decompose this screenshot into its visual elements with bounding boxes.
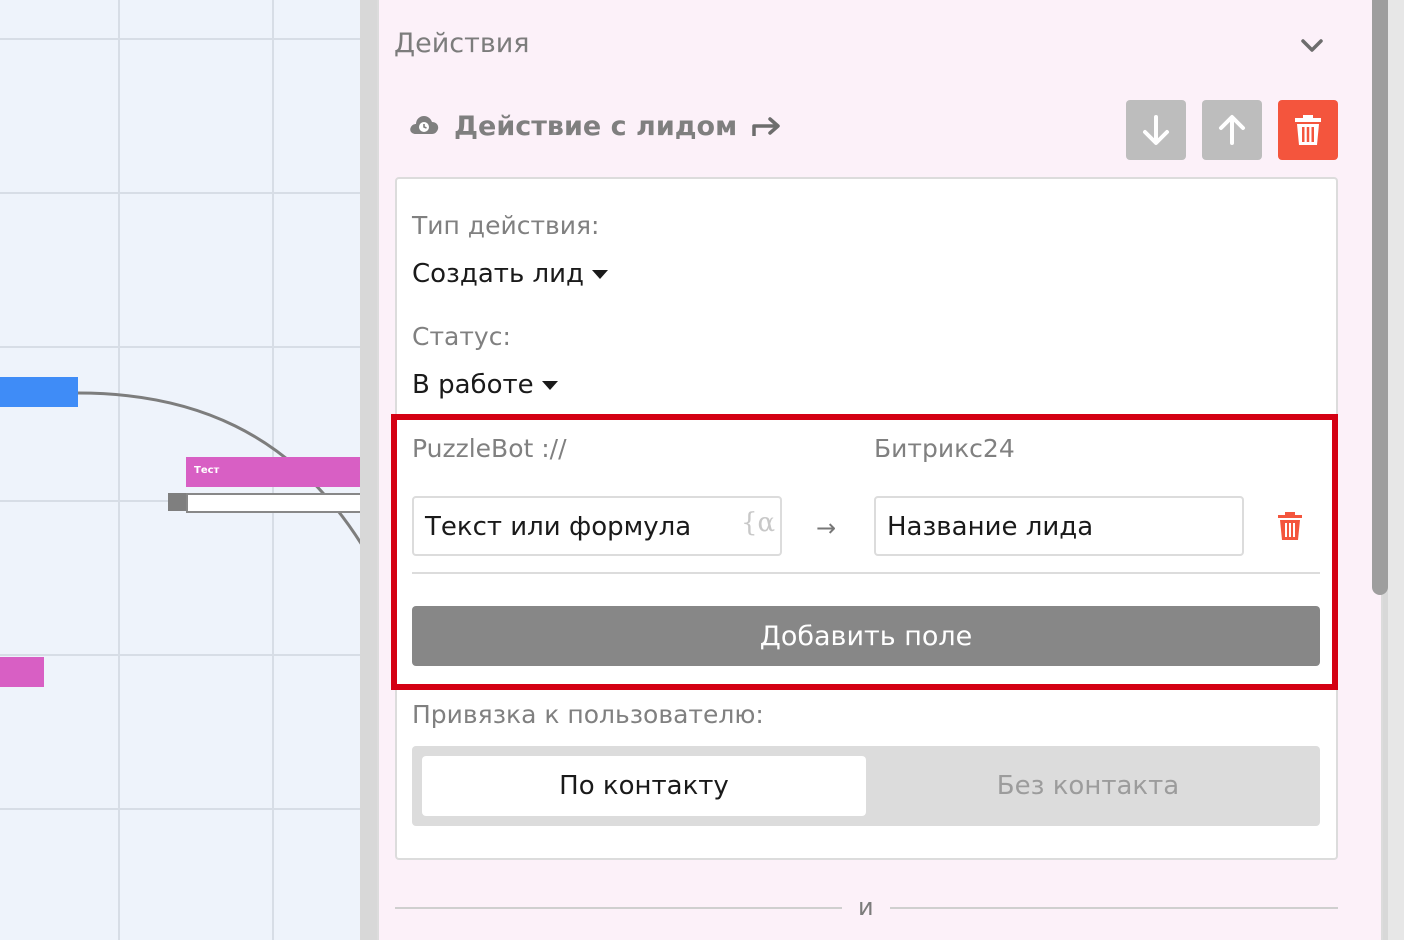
flow-node-label: Тест bbox=[194, 465, 220, 476]
binding-option-label: По контакту bbox=[559, 771, 729, 801]
flow-node-test[interactable]: Тест bbox=[186, 457, 362, 487]
arrow-right-icon: → bbox=[816, 514, 837, 542]
cloud-clock-icon bbox=[410, 116, 439, 134]
binding-option-by-contact[interactable]: По контакту bbox=[422, 756, 866, 816]
chevron-down-icon[interactable] bbox=[1298, 36, 1326, 56]
action-type-dropdown[interactable]: Создать лид bbox=[412, 259, 609, 289]
action-type-label: Тип действия: bbox=[412, 211, 600, 240]
binding-option-no-contact[interactable]: Без контакта bbox=[866, 756, 1310, 816]
caret-down-icon bbox=[592, 269, 609, 279]
binding-option-label: Без контакта bbox=[996, 771, 1180, 801]
binding-label: Привязка к пользователю: bbox=[412, 700, 764, 729]
target-field-value: Название лида bbox=[887, 512, 1094, 542]
delete-field-trash-icon[interactable] bbox=[1276, 511, 1304, 541]
action-type-value: Создать лид bbox=[412, 259, 585, 289]
source-header: PuzzleBot :// bbox=[412, 434, 567, 463]
add-field-button[interactable]: Добавить поле bbox=[412, 606, 1320, 666]
scrollbar-track[interactable] bbox=[1388, 0, 1404, 940]
add-field-label: Добавить поле bbox=[759, 620, 973, 652]
status-label: Статус: bbox=[412, 322, 511, 351]
status-dropdown[interactable]: В работе bbox=[412, 370, 558, 400]
separator-line-left bbox=[395, 907, 842, 909]
mapping-divider bbox=[412, 572, 1320, 574]
delete-action-button[interactable] bbox=[1278, 100, 1338, 160]
arrow-down-icon bbox=[1143, 115, 1169, 145]
arrow-up-icon bbox=[1219, 115, 1245, 145]
trash-icon bbox=[1295, 115, 1321, 145]
move-down-button[interactable] bbox=[1126, 100, 1186, 160]
separator-line-right bbox=[890, 907, 1338, 909]
source-formula-input[interactable]: Текст или формула bbox=[412, 496, 782, 556]
flow-canvas[interactable]: Тест bbox=[0, 0, 362, 940]
node-port[interactable] bbox=[168, 493, 186, 511]
flow-node-blue[interactable] bbox=[0, 377, 78, 407]
source-formula-value: Текст или формула bbox=[425, 512, 692, 542]
caret-down-icon bbox=[541, 380, 558, 390]
binding-toggle: По контакту Без контакта bbox=[412, 746, 1320, 826]
target-field-select[interactable]: Название лида bbox=[874, 496, 1244, 556]
node-field[interactable] bbox=[186, 493, 362, 513]
section-title: Действия bbox=[394, 28, 530, 59]
share-arrow-icon[interactable] bbox=[751, 111, 785, 141]
action-title: Действие с лидом bbox=[454, 110, 738, 142]
target-header: Битрикс24 bbox=[874, 434, 1015, 463]
flow-node-pink[interactable] bbox=[0, 657, 44, 687]
scrollbar-thumb[interactable] bbox=[1372, 0, 1388, 595]
separator-and: и bbox=[858, 893, 874, 921]
formula-icon[interactable]: {α bbox=[741, 508, 775, 538]
status-value: В работе bbox=[412, 370, 534, 400]
action-header: Действие с лидом bbox=[408, 110, 785, 142]
move-up-button[interactable] bbox=[1202, 100, 1262, 160]
